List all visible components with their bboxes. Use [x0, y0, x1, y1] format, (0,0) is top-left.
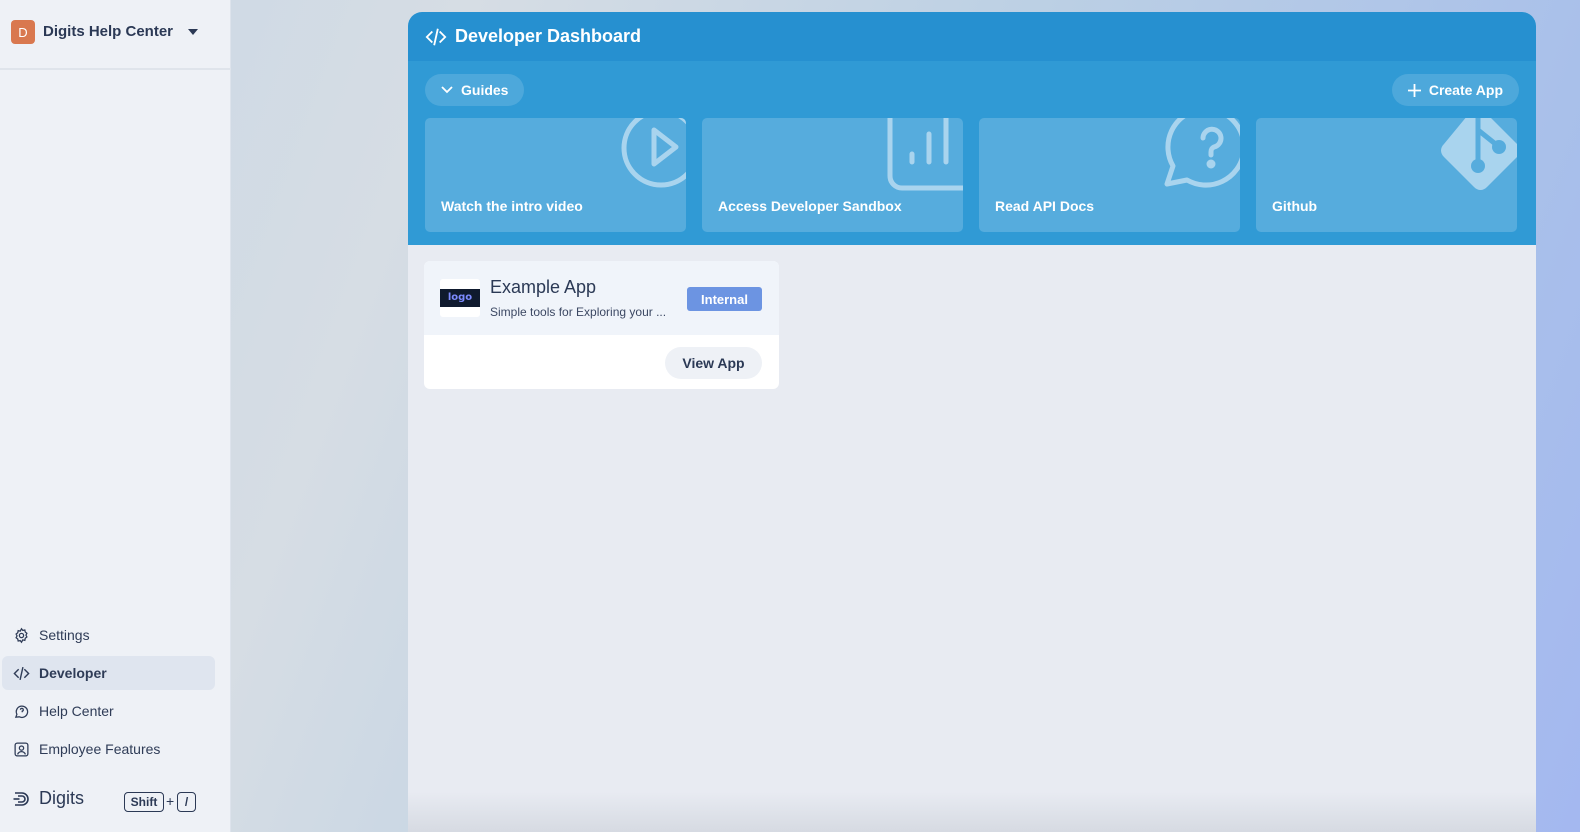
app-card-header: logo Example App Simple tools for Explor…: [424, 261, 779, 335]
sidebar-item-help-center[interactable]: Help Center: [2, 694, 215, 728]
question-bubble-icon: [1164, 118, 1240, 188]
view-app-button[interactable]: View App: [665, 347, 762, 379]
org-name: Digits Help Center: [43, 23, 174, 40]
app-name: Example App: [490, 277, 597, 297]
sidebar-item-employee-features[interactable]: Employee Features: [2, 732, 215, 766]
guide-card-intro-video[interactable]: Watch the intro video: [425, 118, 686, 232]
shortcut-key-shift: Shift: [124, 792, 164, 812]
guide-card-github[interactable]: Github: [1256, 118, 1517, 232]
panel-header: Developer Dashboard: [408, 12, 1536, 61]
app-card: logo Example App Simple tools for Explor…: [424, 261, 779, 389]
guide-card-sandbox[interactable]: Access Developer Sandbox: [702, 118, 963, 232]
play-icon: [621, 118, 686, 188]
create-app-button[interactable]: Create App: [1391, 74, 1519, 106]
app-logo: logo: [440, 279, 480, 317]
create-app-label: Create App: [1428, 82, 1503, 98]
code-icon: [425, 28, 447, 45]
sidebar-item-developer[interactable]: Developer: [2, 656, 215, 690]
panel-bottom-fade: [408, 792, 1536, 832]
caret-down-icon[interactable]: [188, 29, 198, 35]
app-logo-text: logo: [440, 289, 480, 307]
chart-icon: [887, 118, 963, 191]
sidebar-item-label: Help Center: [39, 703, 114, 719]
sidebar-item-label: Settings: [39, 627, 90, 643]
code-icon: [13, 666, 30, 680]
digits-logo-icon: [13, 791, 29, 806]
guide-card-api-docs[interactable]: Read API Docs: [979, 118, 1240, 232]
status-badge: Internal: [687, 287, 762, 311]
sidebar-item-settings[interactable]: Settings: [2, 618, 215, 652]
org-avatar: D: [11, 20, 35, 44]
guides-section: Guides Create App Watch the intro video …: [408, 61, 1536, 245]
guide-card-label: Github: [1272, 198, 1318, 214]
help-bubble-icon: [14, 704, 29, 718]
guide-card-label: Watch the intro video: [441, 198, 583, 214]
brand-name: Digits: [39, 788, 85, 808]
shortcut-plus: +: [166, 793, 175, 809]
brand: Digits: [13, 788, 84, 809]
guides-toggle-button[interactable]: Guides: [425, 74, 525, 106]
guides-toggle-label: Guides: [461, 82, 509, 98]
developer-dashboard-panel: Developer Dashboard Guides Create App Wa…: [408, 12, 1536, 832]
user-badge-icon: [14, 741, 29, 757]
org-switcher[interactable]: D Digits Help Center: [0, 0, 231, 70]
sidebar-item-label: Developer: [39, 665, 107, 681]
page-title: Developer Dashboard: [455, 26, 642, 46]
guide-card-label: Access Developer Sandbox: [718, 198, 902, 214]
chevron-down-icon: [441, 86, 453, 94]
guide-card-label: Read API Docs: [995, 198, 1095, 214]
sidebar: D Digits Help Center Settings Developer …: [0, 0, 231, 832]
app-description: Simple tools for Exploring your ...: [490, 305, 667, 319]
sidebar-nav: Settings Developer Help Center Employee …: [2, 618, 215, 770]
git-icon: [1441, 118, 1517, 190]
gear-icon: [15, 627, 28, 643]
plus-icon: [1407, 83, 1421, 97]
shortcut-key-slash: /: [177, 792, 196, 812]
sidebar-item-label: Employee Features: [39, 741, 161, 757]
